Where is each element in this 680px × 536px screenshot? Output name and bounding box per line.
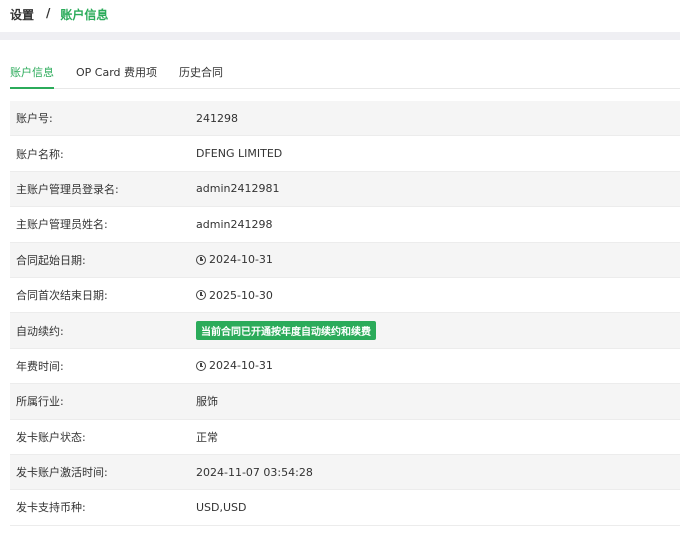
date-text: 2024-10-31 bbox=[209, 359, 273, 373]
row-auto-renewal: 自动续约: 当前合同已开通按年度自动续约和续费 bbox=[10, 313, 680, 349]
account-name-value: DFENG LIMITED bbox=[196, 147, 283, 161]
row-contract-first-end-date: 合同首次结束日期: 2025-10-30 bbox=[10, 277, 680, 314]
account-details-table: 账户号: 241298 账户名称: DFENG LIMITED 主账户管理员登录… bbox=[10, 101, 680, 526]
contract-end-date-value: 2025-10-30 bbox=[196, 289, 273, 302]
row-card-account-status: 发卡账户状态: 正常 bbox=[10, 419, 680, 455]
annual-fee-date-value: 2024-10-31 bbox=[196, 359, 273, 372]
row-account-number: 账户号: 241298 bbox=[10, 101, 680, 137]
row-label: 发卡支持币种: bbox=[16, 501, 86, 515]
row-industry: 所属行业: 服饰 bbox=[10, 384, 680, 420]
row-account-name: 账户名称: DFENG LIMITED bbox=[10, 136, 680, 172]
row-label: 账户名称: bbox=[16, 147, 64, 161]
row-supported-currencies: 发卡支持币种: USD,USD bbox=[10, 490, 680, 526]
admin-name-value: admin241298 bbox=[196, 217, 273, 231]
breadcrumb-account-info: 账户信息 bbox=[60, 8, 109, 22]
clock-icon bbox=[196, 290, 206, 301]
tab-op-card-fees[interactable]: OP Card 费用项 bbox=[76, 64, 157, 88]
auto-renewal-status-badge: 当前合同已开通按年度自动续约和续费 bbox=[196, 321, 376, 341]
contract-start-date-value: 2024-10-31 bbox=[196, 253, 273, 266]
row-annual-fee-date: 年费时间: 2024-10-31 bbox=[10, 348, 680, 385]
account-number-value: 241298 bbox=[196, 111, 238, 125]
breadcrumb-settings[interactable]: 设置 bbox=[10, 6, 34, 23]
industry-value: 服饰 bbox=[196, 395, 218, 409]
row-label: 发卡账户状态: bbox=[16, 430, 86, 444]
tab-bar: 账户信息 OP Card 费用项 历史合同 bbox=[10, 40, 680, 89]
row-label: 合同首次结束日期: bbox=[16, 289, 108, 303]
row-label: 所属行业: bbox=[16, 395, 64, 409]
row-label: 合同起始日期: bbox=[16, 253, 86, 267]
section-divider-band bbox=[0, 32, 680, 40]
breadcrumb: 设置 / 账户信息 bbox=[0, 0, 680, 32]
admin-login-value: admin2412981 bbox=[196, 182, 280, 196]
breadcrumb-separator: / bbox=[46, 6, 51, 20]
date-text: 2024-10-31 bbox=[209, 253, 273, 267]
row-admin-login: 主账户管理员登录名: admin2412981 bbox=[10, 171, 680, 208]
supported-currencies-value: USD,USD bbox=[196, 500, 247, 514]
row-contract-start-date: 合同起始日期: 2024-10-31 bbox=[10, 242, 680, 278]
row-admin-name: 主账户管理员姓名: admin241298 bbox=[10, 207, 680, 243]
clock-icon bbox=[196, 360, 206, 371]
tab-account-info[interactable]: 账户信息 bbox=[10, 64, 54, 89]
row-card-activation-time: 发卡账户激活时间: 2024-11-07 03:54:28 bbox=[10, 454, 680, 491]
row-label: 自动续约: bbox=[16, 324, 64, 338]
row-label: 主账户管理员姓名: bbox=[16, 218, 108, 232]
account-info-card: 账户信息 OP Card 费用项 历史合同 账户号: 241298 账户名称: … bbox=[0, 40, 680, 526]
row-label: 发卡账户激活时间: bbox=[16, 466, 108, 480]
auto-renewal-value: 当前合同已开通按年度自动续约和续费 bbox=[196, 321, 376, 341]
clock-icon bbox=[196, 254, 206, 265]
date-text: 2025-10-30 bbox=[209, 288, 273, 302]
card-account-status-value: 正常 bbox=[196, 430, 218, 444]
row-label: 账户号: bbox=[16, 112, 53, 126]
row-label: 年费时间: bbox=[16, 359, 64, 373]
row-label: 主账户管理员登录名: bbox=[16, 182, 119, 196]
card-activation-time-value: 2024-11-07 03:54:28 bbox=[196, 465, 313, 479]
tab-contract-history[interactable]: 历史合同 bbox=[179, 64, 223, 88]
